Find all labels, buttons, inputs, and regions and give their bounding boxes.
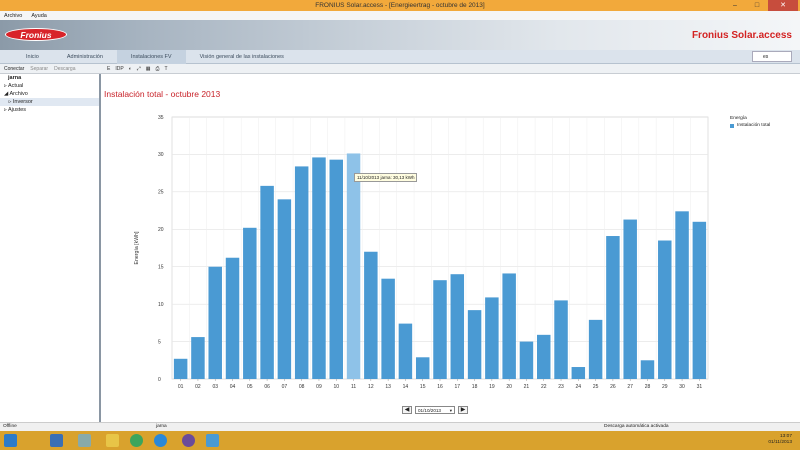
start-icon[interactable] [4, 434, 17, 447]
language-select[interactable]: es [752, 51, 792, 62]
tree-item-label: Actual [8, 83, 24, 89]
tab-administracion[interactable]: Administración [53, 50, 117, 64]
download-button[interactable]: Descarga [54, 66, 75, 72]
legend-swatch [730, 123, 734, 128]
table-icon[interactable]: ▦ [146, 66, 151, 72]
tree-item-label: Ajustes [8, 107, 27, 113]
status-download: Descarga automática activada [604, 424, 669, 429]
ie-icon[interactable] [154, 434, 167, 447]
menu-bar: Archivo Ayuda [0, 11, 800, 20]
tree-item-archivo[interactable]: ◢ Archivo [0, 90, 99, 98]
main-nav-tabs: Inicio Administración Instalaciones FV V… [0, 49, 800, 64]
previous-month-button[interactable]: ◀ [402, 406, 412, 414]
legend-item: Instalación total [730, 123, 770, 128]
tab-inicio[interactable]: Inicio [12, 50, 53, 64]
explorer-icon[interactable] [78, 434, 91, 447]
clock-date: 01/11/2013 [768, 440, 792, 445]
close-button[interactable]: ✕ [768, 0, 798, 11]
bar-tooltip: 11/10/2013 jarna: 30,13 kWh [354, 173, 418, 182]
tree-item-inversor[interactable]: ▹ Inversor [0, 98, 99, 106]
menu-archivo[interactable]: Archivo [4, 13, 22, 19]
fronius-logo: Fronius [5, 28, 67, 41]
installation-tree: jarna ▹ Actual ◢ Archivo ▹ Inversor ▹ Aj… [0, 74, 101, 422]
zoom-icon[interactable]: ⤢ [137, 66, 141, 72]
tree-item-label: Inversor [12, 99, 33, 105]
tab-vision-general[interactable]: Visión general de las instalaciones [186, 50, 298, 64]
window-titlebar: FRONIUS Solar.access - [Energieertrag - … [0, 0, 800, 11]
next-month-button[interactable]: ▶ [458, 406, 468, 414]
tree-item-actual[interactable]: ▹ Actual [0, 82, 99, 90]
legend-title: Energía [730, 116, 747, 121]
status-connection: Offline [3, 424, 17, 429]
chart-panel [103, 74, 800, 422]
idp-view-icon[interactable]: IDP [115, 66, 123, 72]
date-select[interactable]: 01/10/2013 ▾ [415, 406, 455, 414]
chrome-icon[interactable] [130, 434, 143, 447]
separate-button[interactable]: Separar [30, 66, 48, 72]
tree-item-ajustes[interactable]: ▹ Ajustes [0, 106, 99, 114]
chart-toolbar: E IDP ◐ ⤢ ▦ ⎙ T [101, 66, 168, 72]
window-title: FRONIUS Solar.access - [Energieertrag - … [315, 2, 485, 9]
connection-toolbar: Conectar Separar Descarga [0, 66, 101, 72]
chevron-down-icon: ▾ [449, 408, 452, 413]
desktop-icon[interactable] [50, 434, 63, 447]
connect-button[interactable]: Conectar [4, 66, 24, 72]
chart-title: Instalación total - octubre 2013 [104, 89, 221, 99]
toolbar: Conectar Separar Descarga E IDP ◐ ⤢ ▦ ⎙ … [0, 64, 800, 74]
tab-instalaciones-fv[interactable]: Instalaciones FV [116, 49, 186, 64]
maximize-button[interactable]: □ [746, 0, 768, 11]
header-banner: Fronius Fronius Solar.access [0, 20, 800, 50]
tree-root[interactable]: jarna [0, 74, 99, 82]
text-icon[interactable]: T [164, 66, 167, 72]
chart-legend: Energía Instalación total [730, 116, 770, 128]
media-icon[interactable] [182, 434, 195, 447]
system-clock: 13:07 01/11/2013 [768, 434, 792, 446]
brand-title: Fronius Solar.access [691, 30, 792, 41]
pie-icon[interactable]: ◐ [129, 66, 132, 72]
date-navigator: ◀ 01/10/2013 ▾ ▶ [402, 406, 468, 414]
window-controls: – □ ✕ [724, 0, 798, 11]
minimize-button[interactable]: – [724, 0, 746, 11]
legend-label: Instalación total [737, 123, 771, 128]
date-value: 01/10/2013 [418, 408, 441, 413]
menu-ayuda[interactable]: Ayuda [31, 13, 47, 19]
windows-taskbar: 13:07 01/11/2013 [0, 431, 800, 450]
status-bar: Offline jarna Descarga automática activa… [0, 422, 800, 431]
print-icon[interactable]: ⎙ [155, 66, 159, 72]
tree-item-label: Archivo [9, 91, 28, 97]
solar-access-icon[interactable] [206, 434, 219, 447]
energy-view-icon[interactable]: E [107, 66, 110, 72]
status-installation: jarna [156, 424, 167, 429]
folder-icon[interactable] [106, 434, 119, 447]
